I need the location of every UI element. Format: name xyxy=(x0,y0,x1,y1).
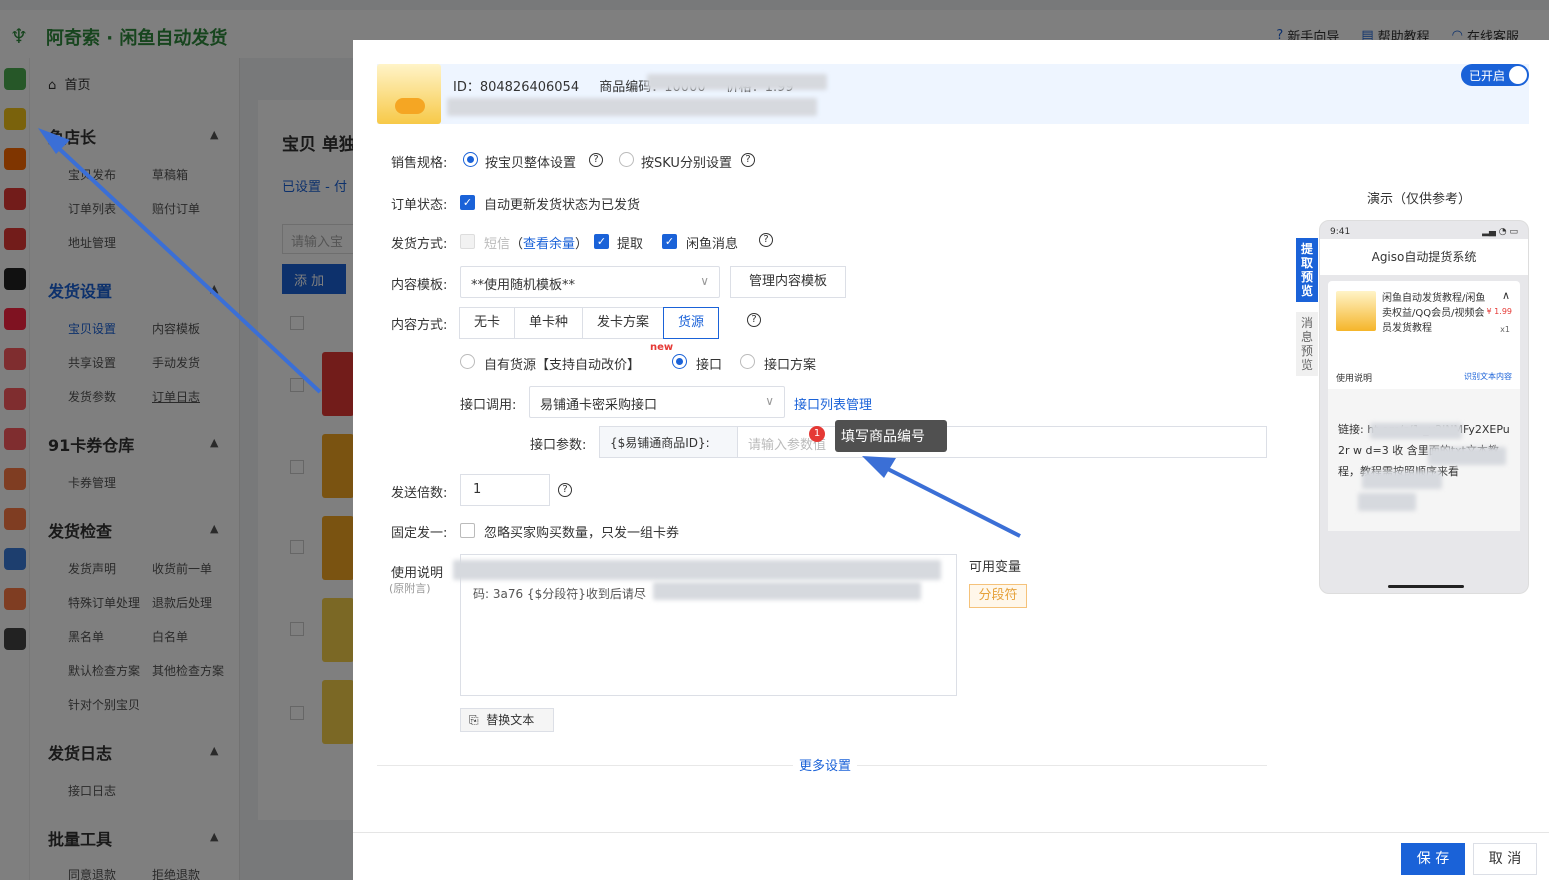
status-icons: ▂▄ ◔ ▭ xyxy=(1482,227,1518,237)
xianyu-message-checkbox[interactable]: ✓ xyxy=(662,234,677,249)
fixed-one-label: 固定发一: xyxy=(391,526,448,541)
replace-text-button[interactable]: ⎘ 替换文本 xyxy=(460,708,554,732)
preview-item-thumbnail xyxy=(1336,291,1376,331)
product-thumbnail xyxy=(377,64,441,124)
preview-card: 闲鱼自动发货教程/闲鱼卖权益/QQ会员/视频会员发货教程 ∧ ¥ 1.99 x1… xyxy=(1328,281,1520,531)
tab-pickup-preview[interactable]: 提取预览 xyxy=(1296,238,1318,302)
chevron-down-icon: ∨ xyxy=(765,394,774,408)
radio-own-source-label[interactable]: 自有货源【支持自动改价】 xyxy=(484,354,640,373)
pickup-checkbox[interactable]: ✓ xyxy=(594,234,609,249)
content-method-option[interactable]: 发卡方案 xyxy=(582,307,665,339)
enabled-toggle[interactable]: 已开启 xyxy=(1461,64,1529,86)
multiplier-label: 发送倍数: xyxy=(391,486,448,501)
replace-icon: ⎘ xyxy=(469,713,479,727)
redaction-blur xyxy=(447,98,817,116)
help-icon[interactable]: ? xyxy=(747,313,761,327)
new-badge: new xyxy=(650,342,674,353)
help-icon[interactable]: ? xyxy=(759,233,773,247)
ship-method-label: 发货方式: xyxy=(391,237,448,252)
sms-label: 短信（查看余量） xyxy=(484,237,589,252)
help-icon[interactable]: ? xyxy=(558,483,572,497)
api-param-label: 接口参数: xyxy=(530,438,587,453)
variable-tag-segment[interactable]: 分段符 xyxy=(969,584,1027,608)
chevron-up-icon[interactable]: ∧ xyxy=(1502,289,1510,302)
preview-body: 链接: ht om/s/1 _v2INMFy2XEPu2r w d=3 收 含里… xyxy=(1328,389,1520,531)
content-template-label: 内容模板: xyxy=(391,278,448,293)
content-method-option[interactable]: 无卡 xyxy=(459,307,516,339)
help-icon[interactable]: ? xyxy=(589,153,603,167)
phone-preview: 9:41 ▂▄ ◔ ▭ Agiso自动提货系统 闲鱼自动发货教程/闲鱼卖权益/Q… xyxy=(1319,220,1529,594)
radio-by-sku[interactable] xyxy=(619,152,634,167)
api-call-label: 接口调用: xyxy=(460,398,517,413)
annotation-badge: 1 xyxy=(809,426,825,442)
preview-item-title: 闲鱼自动发货教程/闲鱼卖权益/QQ会员/视频会员发货教程 xyxy=(1382,293,1486,334)
radio-api-plan-label[interactable]: 接口方案 xyxy=(764,354,816,373)
variables-label: 可用变量 xyxy=(969,560,1022,575)
preview-title: 演示（仅供参考） xyxy=(1367,192,1472,207)
save-button[interactable]: 保 存 xyxy=(1401,843,1465,875)
usage-label: 使用说明 xyxy=(391,566,444,581)
product-header: ID：804826406054 商品编码：10000 价格：1.99 xyxy=(377,64,1529,124)
redaction-blur xyxy=(453,560,941,580)
preview-item-qty: x1 xyxy=(1500,325,1510,334)
redaction-blur xyxy=(1358,493,1416,511)
xianyu-message-label[interactable]: 闲鱼消息 xyxy=(686,233,738,252)
fixed-one-checkbox[interactable] xyxy=(460,523,475,538)
preview-item-price: ¥ 1.99 xyxy=(1486,307,1512,316)
sales-spec-label: 销售规格: xyxy=(391,156,448,171)
content-method-label: 内容方式: xyxy=(391,318,448,333)
preview-usage-label: 使用说明 xyxy=(1336,374,1373,384)
manage-template-button[interactable]: 管理内容模板 xyxy=(730,266,846,298)
api-param-prefix: {$易铺通商品ID}: xyxy=(600,427,738,457)
preview-side-tabs: 提取预览 消息预览 xyxy=(1296,238,1318,376)
content-template-select[interactable]: **使用随机模板** ∨ xyxy=(460,266,720,298)
api-call-select[interactable]: 易铺通卡密采购接口 ∨ xyxy=(529,386,785,418)
chevron-down-icon: ∨ xyxy=(700,274,709,288)
preview-copy-link[interactable]: 识别文本内容 xyxy=(1464,371,1512,382)
help-icon[interactable]: ? xyxy=(741,153,755,167)
radio-api-plan[interactable] xyxy=(740,354,755,369)
usage-sublabel: (原附言) xyxy=(389,582,431,595)
redaction-blur xyxy=(653,582,921,600)
tab-message-preview[interactable]: 消息预览 xyxy=(1296,312,1318,376)
product-id: ID：804826406054 xyxy=(453,80,580,95)
drawer-footer: 保 存 取 消 xyxy=(353,832,1549,880)
auto-update-label[interactable]: 自动更新发货状态为已发货 xyxy=(484,194,640,213)
annotation-tooltip: 填写商品编号 xyxy=(835,420,947,452)
radio-whole-item-label[interactable]: 按宝贝整体设置 xyxy=(485,152,576,171)
order-status-label: 订单状态: xyxy=(391,198,448,213)
content-method-segmented: 无卡 单卡种 发卡方案 货源 xyxy=(459,307,720,339)
auto-update-checkbox[interactable]: ✓ xyxy=(460,195,475,210)
redaction-blur xyxy=(1362,471,1442,489)
redaction-blur xyxy=(647,74,827,90)
radio-api-label[interactable]: 接口 xyxy=(696,354,722,373)
radio-api[interactable] xyxy=(672,354,687,369)
status-time: 9:41 xyxy=(1330,227,1351,237)
radio-own-source[interactable] xyxy=(460,354,475,369)
multiplier-input[interactable]: 1 xyxy=(460,474,550,506)
content-method-option[interactable]: 单卡种 xyxy=(514,307,584,339)
redaction-blur xyxy=(1428,447,1506,465)
sms-checkbox xyxy=(460,234,475,249)
phone-home-indicator xyxy=(1388,585,1464,588)
pickup-label[interactable]: 提取 xyxy=(617,233,643,252)
goods-settings-drawer: ID：804826406054 商品编码：10000 价格：1.99 已开启 销… xyxy=(353,40,1549,880)
preview-header: Agiso自动提货系统 xyxy=(1320,239,1528,275)
more-settings-link[interactable]: 更多设置 xyxy=(793,755,858,774)
content-method-option-selected[interactable]: 货源 xyxy=(663,307,720,339)
check-balance-link[interactable]: 查看余量 xyxy=(523,237,575,252)
radio-by-sku-label[interactable]: 按SKU分别设置 xyxy=(641,152,732,171)
cancel-button[interactable]: 取 消 xyxy=(1473,843,1537,875)
redaction-blur xyxy=(1370,423,1462,439)
api-list-manage-link[interactable]: 接口列表管理 xyxy=(794,394,872,413)
fixed-one-checkbox-label[interactable]: 忽略买家购买数量，只发一组卡券 xyxy=(484,522,679,541)
radio-whole-item[interactable] xyxy=(463,152,478,167)
